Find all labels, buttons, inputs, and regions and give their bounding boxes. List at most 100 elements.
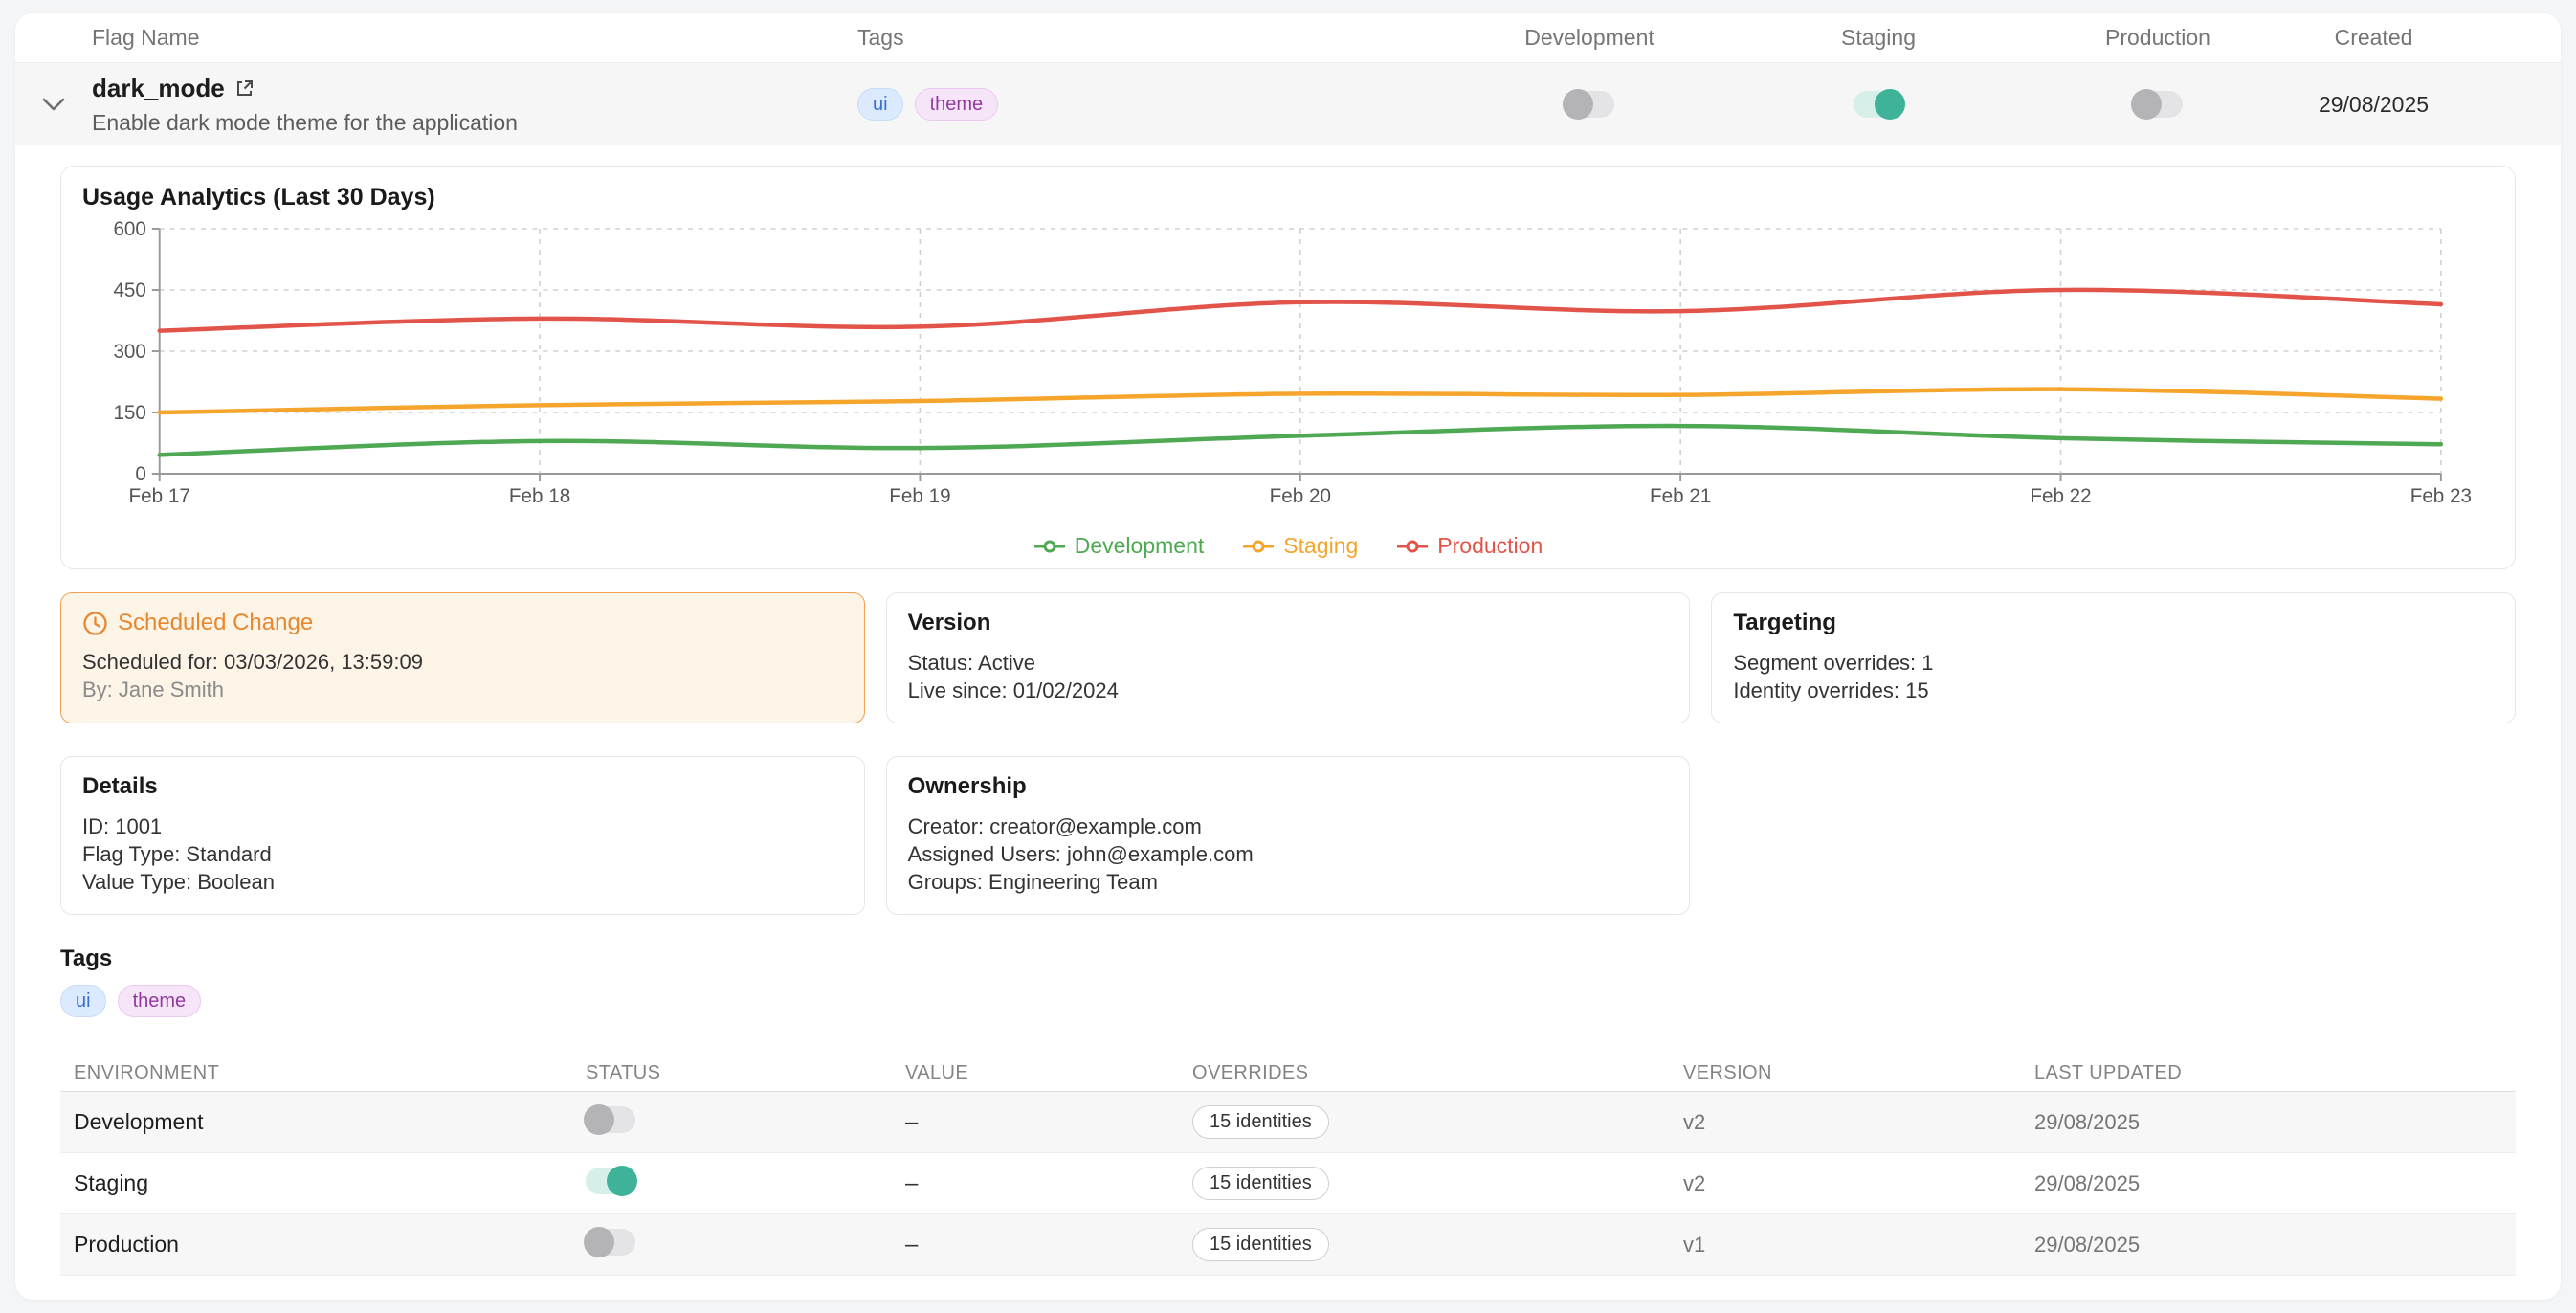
env-value: – bbox=[892, 1232, 1179, 1258]
env-name: Development bbox=[60, 1109, 572, 1135]
show-additional-details-link[interactable]: Show additional details bbox=[60, 1291, 2516, 1300]
env-last-updated: 29/08/2025 bbox=[2021, 1110, 2516, 1135]
collapse-row-button[interactable] bbox=[15, 98, 92, 111]
th-status: STATUS bbox=[572, 1062, 892, 1084]
col-header-tags: Tags bbox=[857, 25, 1446, 51]
flag-description: Enable dark mode theme for the applicati… bbox=[92, 110, 857, 136]
details-card: Details ID: 1001 Flag Type: Standard Val… bbox=[60, 756, 865, 915]
flag-created-date: 29/08/2025 bbox=[2319, 92, 2429, 118]
th-overrides: OVERRIDES bbox=[1179, 1062, 1670, 1084]
col-header-created: Created bbox=[2292, 25, 2561, 51]
legend-marker-icon bbox=[1242, 540, 1275, 553]
identities-badge[interactable]: 15 identities bbox=[1192, 1228, 1329, 1261]
production-status-toggle[interactable] bbox=[586, 1229, 635, 1256]
development-status-toggle[interactable] bbox=[586, 1106, 635, 1133]
table-row-development: Development – 15 identities v2 29/08/202… bbox=[60, 1092, 2516, 1153]
legend-item-production[interactable]: Production bbox=[1396, 533, 1543, 559]
feature-flag-panel: Flag Name Tags Development Staging Produ… bbox=[15, 13, 2561, 1300]
col-header-staging: Staging bbox=[1733, 25, 2024, 51]
tags-section-title: Tags bbox=[60, 946, 2516, 972]
environments-table: ENVIRONMENT STATUS VALUE OVERRIDES VERSI… bbox=[60, 1056, 2516, 1276]
env-version: v1 bbox=[1670, 1233, 2021, 1257]
usage-chart: 0 150 300 450 600 Feb 17 Feb 18 Feb 19 Feb 20 Feb… bbox=[82, 217, 2494, 533]
env-name: Production bbox=[60, 1232, 572, 1257]
environments-table-header: ENVIRONMENT STATUS VALUE OVERRIDES VERSI… bbox=[60, 1056, 2516, 1092]
tag-chip-ui[interactable]: ui bbox=[857, 88, 903, 121]
external-link-icon[interactable] bbox=[234, 78, 255, 99]
env-version: v2 bbox=[1670, 1171, 2021, 1196]
y-axis-label: 150 bbox=[113, 402, 145, 424]
legend-label: Staging bbox=[1283, 533, 1358, 559]
development-toggle[interactable] bbox=[1565, 91, 1614, 118]
flags-table-header: Flag Name Tags Development Staging Produ… bbox=[15, 13, 2561, 63]
col-header-development: Development bbox=[1446, 25, 1733, 51]
version-live-since: Live since: 01/02/2024 bbox=[908, 677, 1669, 704]
flag-id: ID: 1001 bbox=[82, 812, 843, 840]
x-axis-label: Feb 18 bbox=[509, 485, 570, 507]
y-axis-label: 0 bbox=[135, 463, 146, 485]
x-axis-label: Feb 17 bbox=[129, 485, 190, 507]
identity-overrides: Identity overrides: 15 bbox=[1733, 677, 2494, 704]
flag-name: dark_mode bbox=[92, 74, 225, 103]
env-name: Staging bbox=[60, 1170, 572, 1196]
col-header-production: Production bbox=[2024, 25, 2292, 51]
env-last-updated: 29/08/2025 bbox=[2021, 1233, 2516, 1257]
tag-chip-theme[interactable]: theme bbox=[118, 985, 202, 1017]
x-axis-label: Feb 20 bbox=[1270, 485, 1331, 507]
th-environment: ENVIRONMENT bbox=[60, 1062, 572, 1084]
staging-status-toggle[interactable] bbox=[586, 1168, 635, 1194]
x-axis-label: Feb 23 bbox=[2410, 485, 2472, 507]
table-row-staging: Staging – 15 identities v2 29/08/2025 bbox=[60, 1153, 2516, 1214]
legend-item-staging[interactable]: Staging bbox=[1242, 533, 1358, 559]
tags-section: Tags ui theme bbox=[60, 946, 2516, 1017]
targeting-card-title: Targeting bbox=[1733, 610, 2494, 636]
creator: Creator: creator@example.com bbox=[908, 812, 1669, 840]
y-axis-label: 450 bbox=[113, 279, 145, 301]
scheduled-by-text: By: Jane Smith bbox=[82, 676, 843, 703]
x-axis-label: Feb 22 bbox=[2030, 485, 2091, 507]
legend-marker-icon bbox=[1396, 540, 1429, 553]
flag-type: Flag Type: Standard bbox=[82, 840, 843, 868]
identities-badge[interactable]: 15 identities bbox=[1192, 1167, 1329, 1200]
th-value: VALUE bbox=[892, 1062, 1179, 1084]
version-card-title: Version bbox=[908, 610, 1669, 636]
y-axis-label: 600 bbox=[113, 218, 145, 240]
production-toggle[interactable] bbox=[2133, 91, 2183, 118]
chart-title: Usage Analytics (Last 30 Days) bbox=[82, 184, 2494, 211]
version-status: Status: Active bbox=[908, 649, 1669, 677]
chevron-down-icon bbox=[42, 98, 65, 111]
env-value: – bbox=[892, 1170, 1179, 1197]
col-header-flag-name: Flag Name bbox=[92, 25, 857, 51]
flag-row-dark-mode[interactable]: dark_mode Enable dark mode theme for the… bbox=[15, 63, 2561, 145]
targeting-card: Targeting Segment overrides: 1 Identity … bbox=[1711, 592, 2516, 723]
tag-chip-ui[interactable]: ui bbox=[60, 985, 106, 1017]
version-card: Version Status: Active Live since: 01/02… bbox=[886, 592, 1691, 723]
legend-marker-icon bbox=[1033, 540, 1066, 553]
segment-overrides: Segment overrides: 1 bbox=[1733, 649, 2494, 677]
table-row-production: Production – 15 identities v1 29/08/2025 bbox=[60, 1214, 2516, 1276]
usage-analytics-card: Usage Analytics (Last 30 Days) 0 150 300 45… bbox=[60, 166, 2516, 569]
legend-label: Development bbox=[1075, 533, 1205, 559]
y-axis-label: 300 bbox=[113, 341, 145, 363]
x-axis-label: Feb 21 bbox=[1650, 485, 1711, 507]
env-version: v2 bbox=[1670, 1110, 2021, 1135]
env-value: – bbox=[892, 1109, 1179, 1136]
env-last-updated: 29/08/2025 bbox=[2021, 1171, 2516, 1196]
groups: Groups: Engineering Team bbox=[908, 868, 1669, 896]
identities-badge[interactable]: 15 identities bbox=[1192, 1105, 1329, 1139]
x-axis-label: Feb 19 bbox=[889, 485, 950, 507]
th-last-updated: LAST UPDATED bbox=[2021, 1062, 2516, 1084]
legend-item-development[interactable]: Development bbox=[1033, 533, 1205, 559]
ownership-card-title: Ownership bbox=[908, 773, 1669, 800]
tag-chip-theme[interactable]: theme bbox=[915, 88, 999, 121]
legend-label: Production bbox=[1437, 533, 1543, 559]
ownership-card: Ownership Creator: creator@example.com A… bbox=[886, 756, 1691, 915]
clock-icon bbox=[82, 611, 108, 636]
staging-toggle[interactable] bbox=[1854, 91, 1903, 118]
value-type: Value Type: Boolean bbox=[82, 868, 843, 896]
chart-legend: Development Staging Production bbox=[82, 533, 2494, 559]
scheduled-for-text: Scheduled for: 03/03/2026, 13:59:09 bbox=[82, 648, 843, 676]
scheduled-change-title: Scheduled Change bbox=[118, 610, 313, 636]
th-version: VERSION bbox=[1670, 1062, 2021, 1084]
details-card-title: Details bbox=[82, 773, 843, 800]
